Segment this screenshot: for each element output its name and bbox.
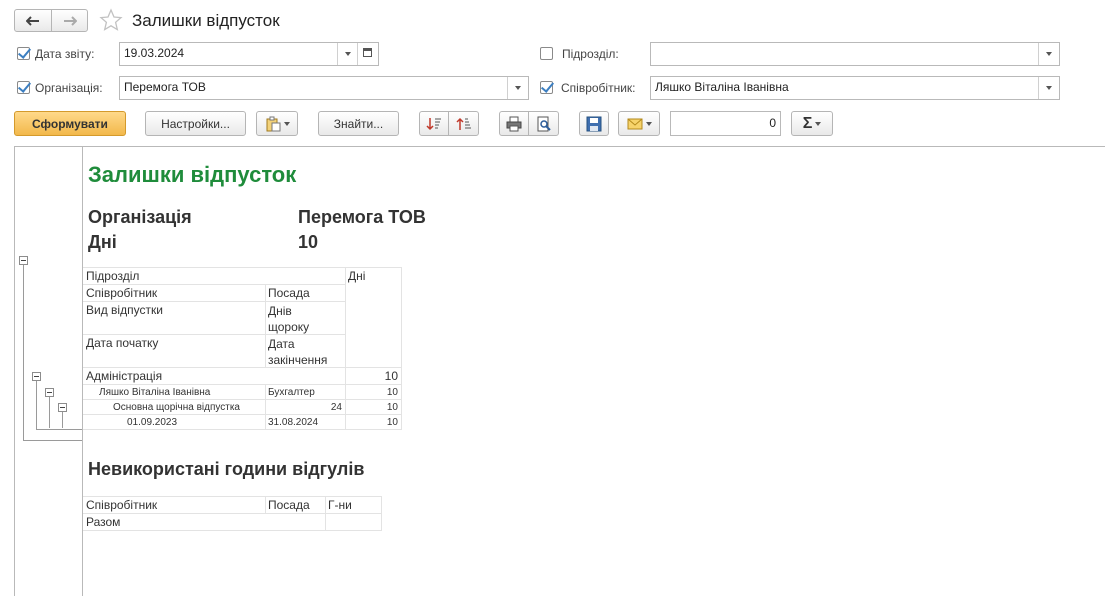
period-row-start: 01.09.2023: [127, 417, 178, 428]
department-field[interactable]: [650, 42, 1060, 66]
print-button[interactable]: [499, 111, 529, 136]
tree-line: [36, 381, 37, 429]
report-date-value: 19.03.2024: [124, 46, 185, 60]
window-title: Залишки відпусток: [132, 11, 280, 30]
section-title-unused-hours: Невикористані години відгулів: [88, 459, 365, 479]
employee-checkbox[interactable]: [540, 81, 553, 94]
employee-label: Співробітник:: [561, 81, 636, 95]
sum-mode-button[interactable]: Σ: [791, 111, 833, 136]
organization-checkbox[interactable]: [17, 81, 30, 94]
column-header-department: Підрозділ: [86, 269, 140, 283]
collapse-group-icon[interactable]: [45, 388, 54, 397]
days-param-value: 10: [298, 232, 319, 252]
column-header-leave-type: Вид відпустки: [86, 303, 163, 317]
back-button[interactable]: [14, 9, 52, 32]
print-preview-icon: [537, 116, 551, 131]
sort-descending-button[interactable]: [448, 111, 479, 136]
department-label: Підрозділ:: [562, 47, 619, 61]
organization-field[interactable]: Перемога ТОВ: [119, 76, 529, 100]
report-date-dropdown[interactable]: [337, 43, 358, 65]
printer-icon: [506, 116, 522, 131]
group-row-department: Адміністрація: [86, 369, 163, 383]
leave-row-annual: 24: [330, 402, 342, 413]
generate-button[interactable]: Сформувати: [14, 111, 126, 136]
column-header-employee: Співробітник: [86, 286, 158, 300]
employee-row-name: Ляшко Віталіна Іванівна: [99, 387, 211, 398]
sort-descending-icon: [455, 117, 471, 130]
column-header-days: Дні: [348, 269, 366, 283]
settings-button[interactable]: Настройки...: [145, 111, 246, 136]
column-header-annual-days: Днів щороку: [268, 304, 310, 334]
organization-param-value: Перемога ТОВ: [298, 207, 426, 227]
organization-dropdown[interactable]: [507, 77, 528, 99]
grid-line: [381, 496, 382, 530]
sum-field[interactable]: 0: [670, 111, 781, 136]
grid-line: [401, 267, 402, 429]
arrow-right-icon: [63, 15, 77, 26]
sigma-icon: Σ: [802, 114, 813, 132]
chevron-down-icon: [815, 121, 822, 126]
sum-value: 0: [769, 116, 776, 130]
chevron-down-icon: [283, 121, 290, 126]
clipboard-icon: [266, 116, 280, 131]
total-row-label: Разом: [86, 515, 121, 529]
collapse-group-icon[interactable]: [32, 372, 41, 381]
find-button[interactable]: Знайти...: [318, 111, 399, 136]
report-date-checkbox[interactable]: [17, 47, 30, 60]
employee-value: Ляшко Віталіна Іванівна: [655, 80, 789, 94]
collapse-group-icon[interactable]: [19, 256, 28, 265]
organization-label: Організація:: [35, 81, 103, 95]
organization-value: Перемога ТОВ: [124, 80, 206, 94]
favorite-star-icon[interactable]: [99, 8, 123, 32]
organization-param-label: Організація: [88, 207, 192, 227]
print-preview-button[interactable]: [528, 111, 559, 136]
leave-row-days: 10: [386, 402, 398, 413]
employee-row-days: 10: [386, 387, 398, 398]
tree-line: [49, 397, 50, 428]
leave-row-type: Основна щорічна відпустка: [113, 402, 240, 413]
save-button[interactable]: [579, 111, 609, 136]
report-date-field[interactable]: 19.03.2024: [119, 42, 379, 66]
department-dropdown[interactable]: [1038, 43, 1059, 65]
column-header-position: Посада: [268, 286, 310, 300]
column-header-start-date: Дата початку: [86, 336, 159, 350]
column-header-position-2: Посада: [268, 498, 310, 512]
column-header-employee-2: Співробітник: [86, 498, 158, 512]
forward-button[interactable]: [51, 9, 88, 32]
tree-line: [23, 265, 24, 440]
column-header-end-date: Дата закінчення: [268, 337, 328, 367]
days-param-label: Дні: [88, 232, 117, 252]
employee-row-position: Бухгалтер: [268, 387, 315, 398]
period-row-end: 31.08.2024: [268, 417, 319, 428]
envelope-icon: [627, 118, 642, 129]
column-header-hours: Г-ни: [328, 498, 352, 512]
variants-button[interactable]: [256, 111, 298, 136]
employee-field[interactable]: Ляшко Віталіна Іванівна: [650, 76, 1060, 100]
collapse-group-icon[interactable]: [58, 403, 67, 412]
sort-ascending-button[interactable]: [419, 111, 449, 136]
employee-dropdown[interactable]: [1038, 77, 1059, 99]
report-title: Залишки відпусток: [88, 162, 297, 187]
floppy-disk-icon: [586, 116, 602, 131]
chevron-down-icon: [645, 121, 652, 126]
calendar-icon[interactable]: [357, 43, 378, 65]
group-row-days: 10: [384, 369, 398, 383]
tree-line: [23, 440, 82, 441]
report-date-label: Дата звіту:: [35, 47, 95, 61]
tree-line: [36, 429, 82, 430]
department-checkbox[interactable]: [540, 47, 553, 60]
send-email-button[interactable]: [618, 111, 660, 136]
sort-ascending-icon: [426, 117, 441, 130]
period-row-days: 10: [386, 417, 398, 428]
tree-line: [62, 412, 63, 428]
arrow-left-icon: [26, 15, 39, 26]
